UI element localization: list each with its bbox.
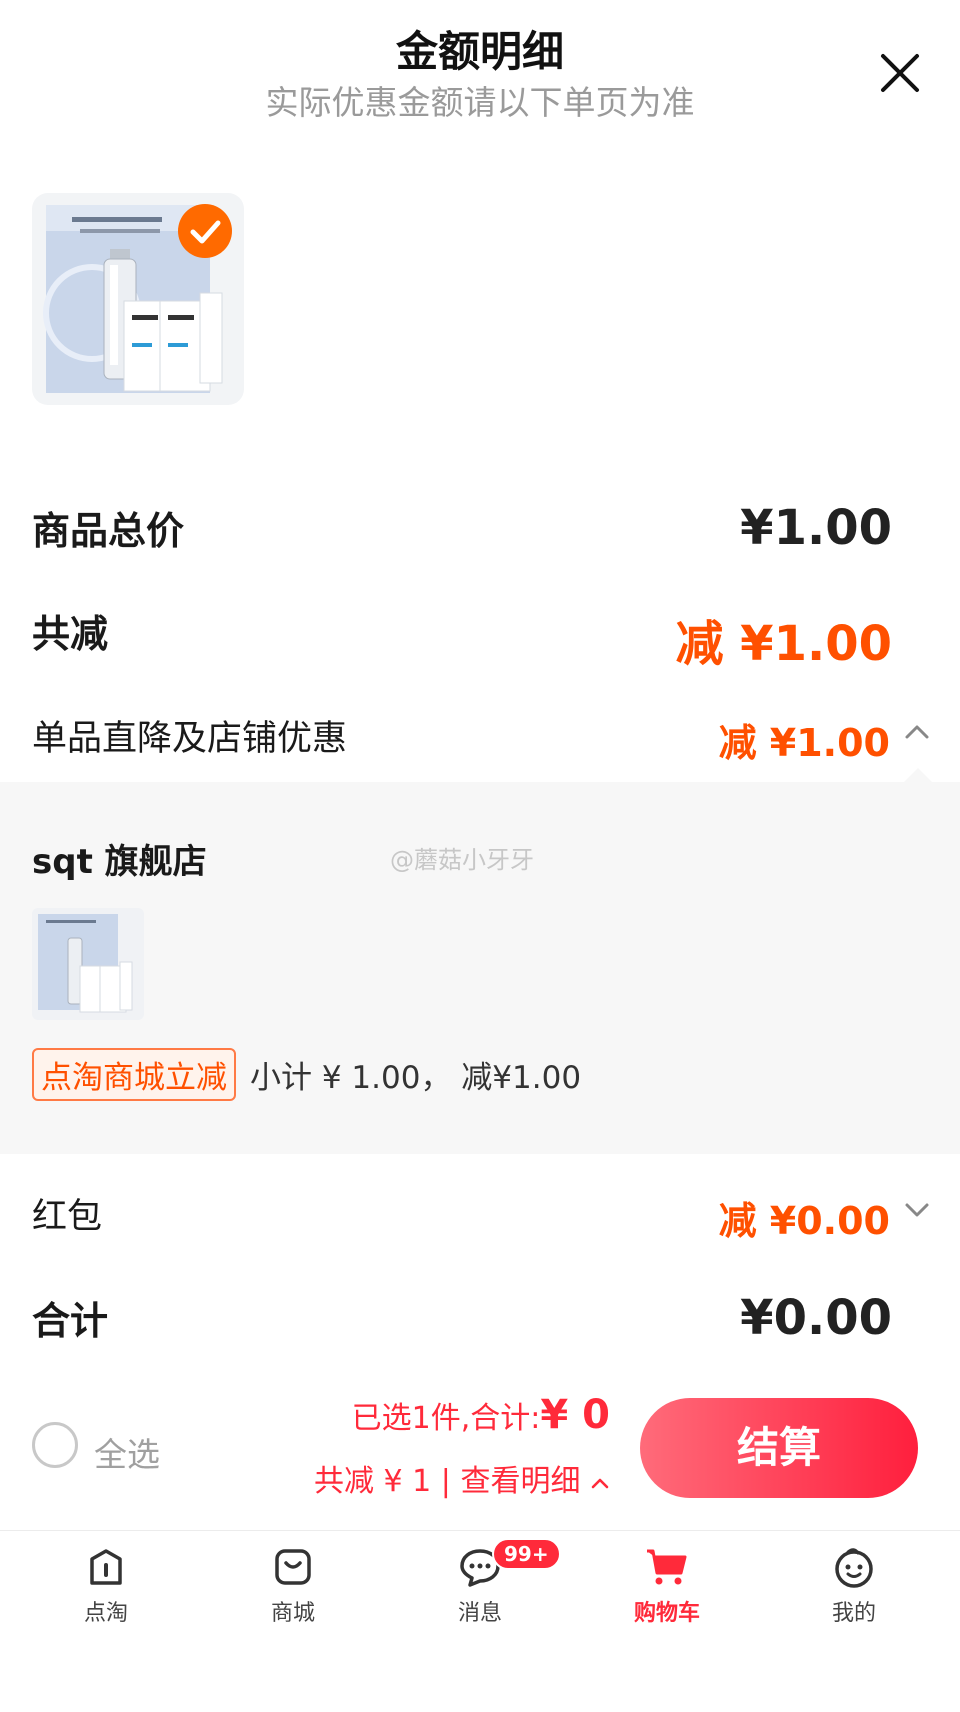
tab-label: 消息: [457, 1601, 502, 1626]
total-discount-value: 减 ¥1.00: [675, 616, 892, 672]
tab-cart[interactable]: 购物车: [607, 1543, 727, 1627]
store-discount-label: 单品直降及店铺优惠: [32, 719, 348, 759]
dian-tao-icon: [90, 1549, 122, 1585]
selected-check-badge[interactable]: [178, 204, 232, 258]
profile-icon: [835, 1548, 873, 1588]
bottom-tab-bar: 点淘 商城 消息 购物车 我的: [0, 1530, 960, 1712]
close-icon: [881, 54, 919, 92]
chevron-up-icon: [905, 725, 929, 739]
total-discount-label: 共减: [32, 612, 109, 656]
tab-label: 我的: [831, 1601, 876, 1626]
check-icon: [190, 220, 221, 244]
cart-icon: [647, 1549, 687, 1585]
panel-pointer: [904, 768, 932, 782]
shopping-bag-icon: [275, 1549, 311, 1585]
select-all-radio[interactable]: [32, 1422, 78, 1468]
page-title: 金额明细: [395, 27, 564, 76]
total-price-value: ¥1.00: [740, 500, 892, 556]
tab-label: 购物车: [633, 1601, 700, 1626]
selected-summary-text: 已选1件,合计:: [351, 1401, 541, 1436]
selected-summary: 已选1件,合计:¥ 0: [352, 1392, 610, 1438]
promo-tag: 点淘商城立减: [32, 1048, 236, 1101]
store-subtotal: 小计 ¥ 1.00， 减¥1.00: [250, 1060, 582, 1096]
view-details-link[interactable]: 共减 ¥ 1 | 查看明细: [314, 1456, 610, 1500]
page-subtitle: 实际优惠金额请以下单页为准: [265, 83, 695, 122]
tab-label: 商城: [270, 1601, 315, 1626]
chevron-up-small-icon: [591, 1478, 609, 1488]
select-all-label[interactable]: 全选: [94, 1428, 160, 1476]
total-price-label: 商品总价: [32, 509, 185, 553]
watermark: @蘑菇小牙牙: [390, 846, 534, 874]
store-discount-toggle[interactable]: [903, 718, 931, 750]
store-product-thumbnail[interactable]: [32, 908, 144, 1020]
tab-profile[interactable]: 我的: [794, 1543, 914, 1627]
store-name: sqt 旗舰店: [32, 842, 207, 882]
red-packet-toggle[interactable]: [903, 1196, 931, 1228]
red-packet-label: 红包: [32, 1197, 103, 1237]
store-discount-value[interactable]: 减 ¥1.00: [719, 712, 890, 767]
message-badge: 99+: [492, 1538, 561, 1570]
view-details-text: 共减 ¥ 1 | 查看明细: [314, 1464, 581, 1499]
final-total-value: ¥0.00: [740, 1290, 892, 1346]
red-packet-value[interactable]: 减 ¥0.00: [719, 1190, 890, 1245]
close-button[interactable]: [875, 48, 925, 98]
tab-label: 点淘: [83, 1601, 128, 1626]
tab-dian-tao[interactable]: 点淘: [46, 1543, 166, 1627]
chevron-down-icon: [905, 1203, 929, 1217]
final-total-label: 合计: [32, 1299, 109, 1343]
selected-amount: ¥ 0: [540, 1392, 610, 1438]
tab-mall[interactable]: 商城: [233, 1543, 353, 1627]
checkout-button[interactable]: 结算: [640, 1398, 918, 1498]
